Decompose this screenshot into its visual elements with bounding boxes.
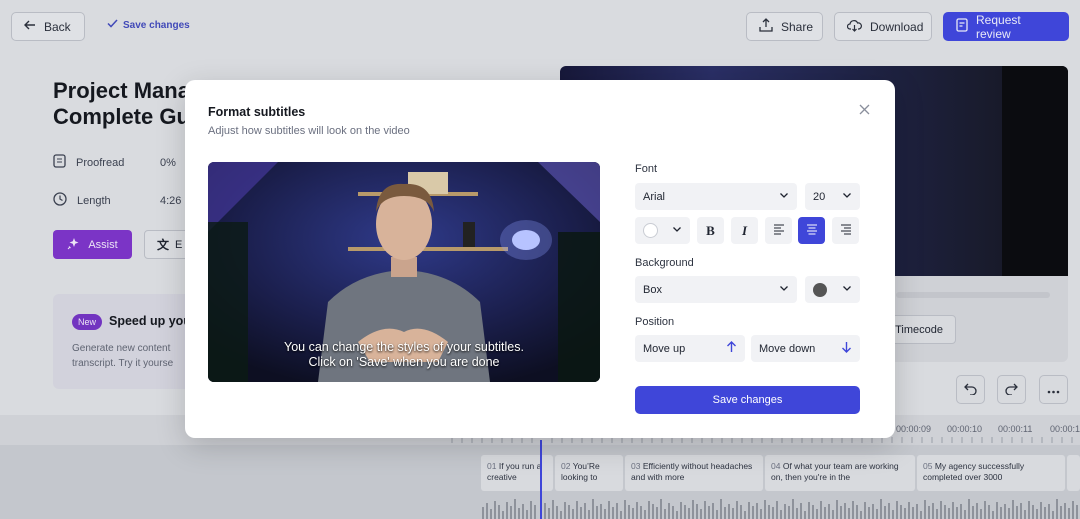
italic-button[interactable]: I — [731, 217, 758, 244]
undo-icon — [964, 382, 977, 398]
chevron-down-icon — [779, 283, 789, 296]
bold-button[interactable]: B — [697, 217, 724, 244]
video-progress-bar[interactable] — [896, 292, 1050, 298]
move-up-button[interactable]: Move up — [635, 335, 745, 362]
preview-caption: You can change the styles of your subtit… — [284, 340, 524, 369]
timeline-tick: 00:00:11 — [998, 424, 1033, 434]
background-style-select[interactable]: Box — [635, 276, 797, 303]
align-right-icon — [840, 222, 852, 240]
clock-icon — [53, 192, 67, 209]
subtitle-segment[interactable]: 03 Efficiently without headaches and wit… — [625, 455, 763, 491]
length-row: Length 4:26 — [53, 192, 181, 209]
font-label: Font — [635, 163, 658, 175]
share-button[interactable]: Share — [746, 12, 823, 41]
font-family-select[interactable]: Arial — [635, 183, 797, 210]
align-left-icon — [773, 222, 785, 240]
redo-icon — [1005, 382, 1018, 398]
project-title: Project Mana Complete Gu — [53, 78, 190, 129]
text-color-picker[interactable] — [635, 217, 690, 244]
format-subtitles-modal: Format subtitles Adjust how subtitles wi… — [185, 80, 895, 438]
background-color-picker[interactable] — [805, 276, 860, 303]
subtitle-segment[interactable]: 02 You’Re looking to — [555, 455, 623, 491]
align-right-button[interactable] — [832, 217, 859, 244]
chevron-down-icon — [779, 190, 789, 203]
arrow-up-icon — [726, 341, 737, 356]
promo-title: Speed up you — [109, 314, 191, 328]
font-size-select[interactable]: 20 — [805, 183, 860, 210]
subtitle-segment[interactable]: 01 If you run a creative — [481, 455, 553, 491]
timeline-tick: 00:00:1 — [1050, 424, 1080, 434]
subtitle-preview-video: You can change the styles of your subtit… — [208, 162, 600, 382]
undo-button[interactable] — [956, 375, 985, 404]
align-center-button[interactable] — [798, 217, 825, 244]
background-label: Background — [635, 257, 694, 269]
color-swatch — [643, 223, 658, 238]
save-changes-button[interactable]: Save changes — [635, 386, 860, 414]
download-button[interactable]: Download — [834, 12, 932, 41]
arrow-down-icon — [841, 341, 852, 356]
upload-icon — [759, 18, 773, 35]
more-button[interactable] — [1039, 375, 1068, 404]
save-status: Save changes — [107, 19, 190, 31]
back-button[interactable]: Back — [11, 12, 85, 41]
chevron-down-icon — [672, 224, 682, 237]
chevron-down-icon — [842, 283, 852, 296]
timeline-playhead[interactable] — [540, 440, 542, 519]
align-center-icon — [806, 222, 818, 240]
position-label: Position — [635, 316, 675, 328]
new-badge: New — [72, 314, 103, 330]
request-review-button[interactable]: Request review — [943, 12, 1069, 41]
more-horizontal-icon — [1047, 382, 1060, 397]
close-icon — [859, 102, 870, 120]
timeline-tick: 00:00:09 — [896, 424, 932, 434]
proofread-row: Proofread 0% — [53, 154, 176, 171]
subtitle-segment[interactable]: 04 Of what your team are working on, the… — [765, 455, 915, 491]
subtitle-segment[interactable] — [1067, 455, 1080, 491]
chevron-down-icon — [842, 190, 852, 203]
close-button[interactable] — [855, 102, 873, 120]
subtitle-segment[interactable]: 05 My agency successfully completed over… — [917, 455, 1065, 491]
modal-title: Format subtitles — [208, 105, 306, 119]
audio-waveform — [482, 499, 1078, 519]
document-icon — [53, 154, 66, 171]
cloud-download-icon — [846, 19, 862, 35]
redo-button[interactable] — [997, 375, 1026, 404]
move-down-button[interactable]: Move down — [751, 335, 860, 362]
timeline-tick: 00:00:10 — [947, 424, 983, 434]
arrow-left-icon — [24, 19, 36, 34]
check-icon — [107, 19, 118, 31]
translate-icon: 文 — [157, 238, 170, 252]
assist-button[interactable]: Assist — [53, 230, 132, 259]
sparkle-icon — [67, 237, 80, 253]
color-swatch — [813, 282, 827, 297]
align-left-button[interactable] — [765, 217, 792, 244]
modal-subtitle: Adjust how subtitles will look on the vi… — [208, 125, 410, 137]
document-icon — [956, 18, 968, 35]
promo-text: Generate new content transcript. Try it … — [72, 343, 174, 369]
